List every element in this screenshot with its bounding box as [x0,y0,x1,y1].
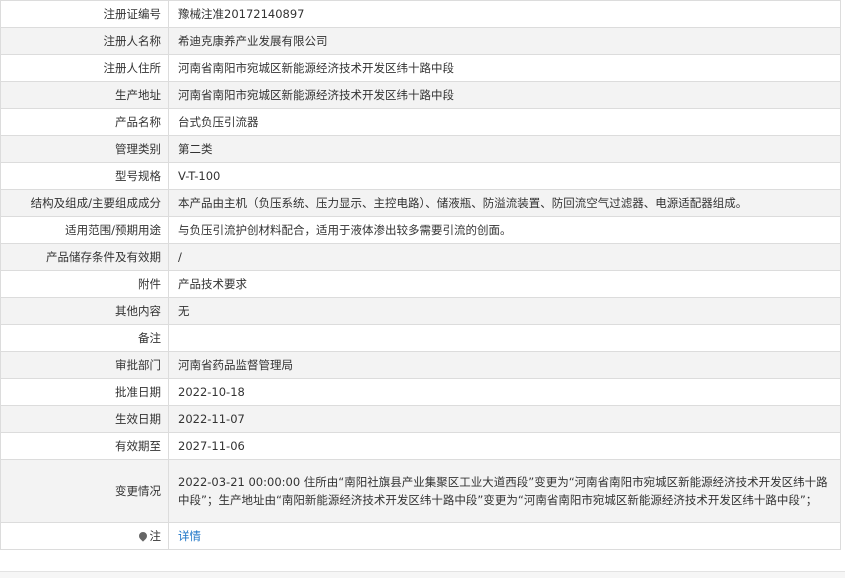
row-management-category: 管理类别 第二类 [0,135,841,163]
row-label: 批准日期 [0,378,169,406]
details-link[interactable]: 详情 [178,529,201,543]
row-value: 希迪克康养产业发展有限公司 [168,27,841,55]
row-value: 详情 [168,522,841,550]
row-registrant-name: 注册人名称 希迪克康养产业发展有限公司 [0,27,841,55]
row-registrant-address: 注册人住所 河南省南阳市宛城区新能源经济技术开发区纬十路中段 [0,54,841,82]
row-approval-department: 审批部门 河南省药品监督管理局 [0,351,841,379]
row-intended-use: 适用范围/预期用途 与负压引流护创材料配合，适用于液体渗出较多需要引流的创面。 [0,216,841,244]
row-label: 注册人住所 [0,54,169,82]
row-value: 2027-11-06 [168,432,841,460]
row-value: 2022-03-21 00:00:00 住所由“南阳社旗县产业集聚区工业大道西段… [168,459,841,523]
row-label: 其他内容 [0,297,169,325]
row-label: 备注 [0,324,169,352]
row-label: 产品名称 [0,108,169,136]
row-label: 有效期至 [0,432,169,460]
row-effective-date: 生效日期 2022-11-07 [0,405,841,433]
row-label: 型号规格 [0,162,169,190]
row-value: 2022-11-07 [168,405,841,433]
row-registration-number: 注册证编号 豫械注准20172140897 [0,0,841,28]
info-table-body: 注册证编号 豫械注准20172140897 注册人名称 希迪克康养产业发展有限公… [0,0,841,550]
row-other-content: 其他内容 无 [0,297,841,325]
row-value: 与负压引流护创材料配合，适用于液体渗出较多需要引流的创面。 [168,216,841,244]
row-label: 适用范围/预期用途 [0,216,169,244]
row-value: 第二类 [168,135,841,163]
row-value [168,324,841,352]
location-pin-icon [136,530,149,542]
row-approval-date: 批准日期 2022-10-18 [0,378,841,406]
row-expiry-date: 有效期至 2027-11-06 [0,432,841,460]
note-label: 注 [149,529,162,543]
row-label: 产品储存条件及有效期 [0,243,169,271]
row-value: 河南省药品监督管理局 [168,351,841,379]
row-label-note: 注 [0,522,169,550]
row-structure-composition: 结构及组成/主要组成成分 本产品由主机（负压系统、压力显示、主控电路）、储液瓶、… [0,189,841,217]
row-label: 附件 [0,270,169,298]
row-value: 本产品由主机（负压系统、压力显示、主控电路）、储液瓶、防溢流装置、防回流空气过滤… [168,189,841,217]
row-label: 结构及组成/主要组成成分 [0,189,169,217]
row-storage-conditions: 产品储存条件及有效期 / [0,243,841,271]
row-value: 台式负压引流器 [168,108,841,136]
row-value: 2022-10-18 [168,378,841,406]
row-model-spec: 型号规格 V-T-100 [0,162,841,190]
row-label: 管理类别 [0,135,169,163]
row-value: 河南省南阳市宛城区新能源经济技术开发区纬十路中段 [168,81,841,109]
row-value: 豫械注准20172140897 [168,0,841,28]
row-value: / [168,243,841,271]
row-production-address: 生产地址 河南省南阳市宛城区新能源经济技术开发区纬十路中段 [0,81,841,109]
row-value: V-T-100 [168,162,841,190]
row-label: 生效日期 [0,405,169,433]
row-label: 生产地址 [0,81,169,109]
row-attachment: 附件 产品技术要求 [0,270,841,298]
row-value: 产品技术要求 [168,270,841,298]
registration-info-table: 注册证编号 豫械注准20172140897 注册人名称 希迪克康养产业发展有限公… [0,0,841,550]
row-label: 注册证编号 [0,0,169,28]
row-note: 注 详情 [0,522,841,550]
row-label: 注册人名称 [0,27,169,55]
row-remarks: 备注 [0,324,841,352]
registration-info-panel: 注册证编号 豫械注准20172140897 注册人名称 希迪克康养产业发展有限公… [0,0,845,578]
row-value: 河南省南阳市宛城区新能源经济技术开发区纬十路中段 [168,54,841,82]
row-label: 变更情况 [0,459,169,523]
row-label: 审批部门 [0,351,169,379]
row-product-name: 产品名称 台式负压引流器 [0,108,841,136]
row-value: 无 [168,297,841,325]
row-change-history: 变更情况 2022-03-21 00:00:00 住所由“南阳社旗县产业集聚区工… [0,459,841,523]
